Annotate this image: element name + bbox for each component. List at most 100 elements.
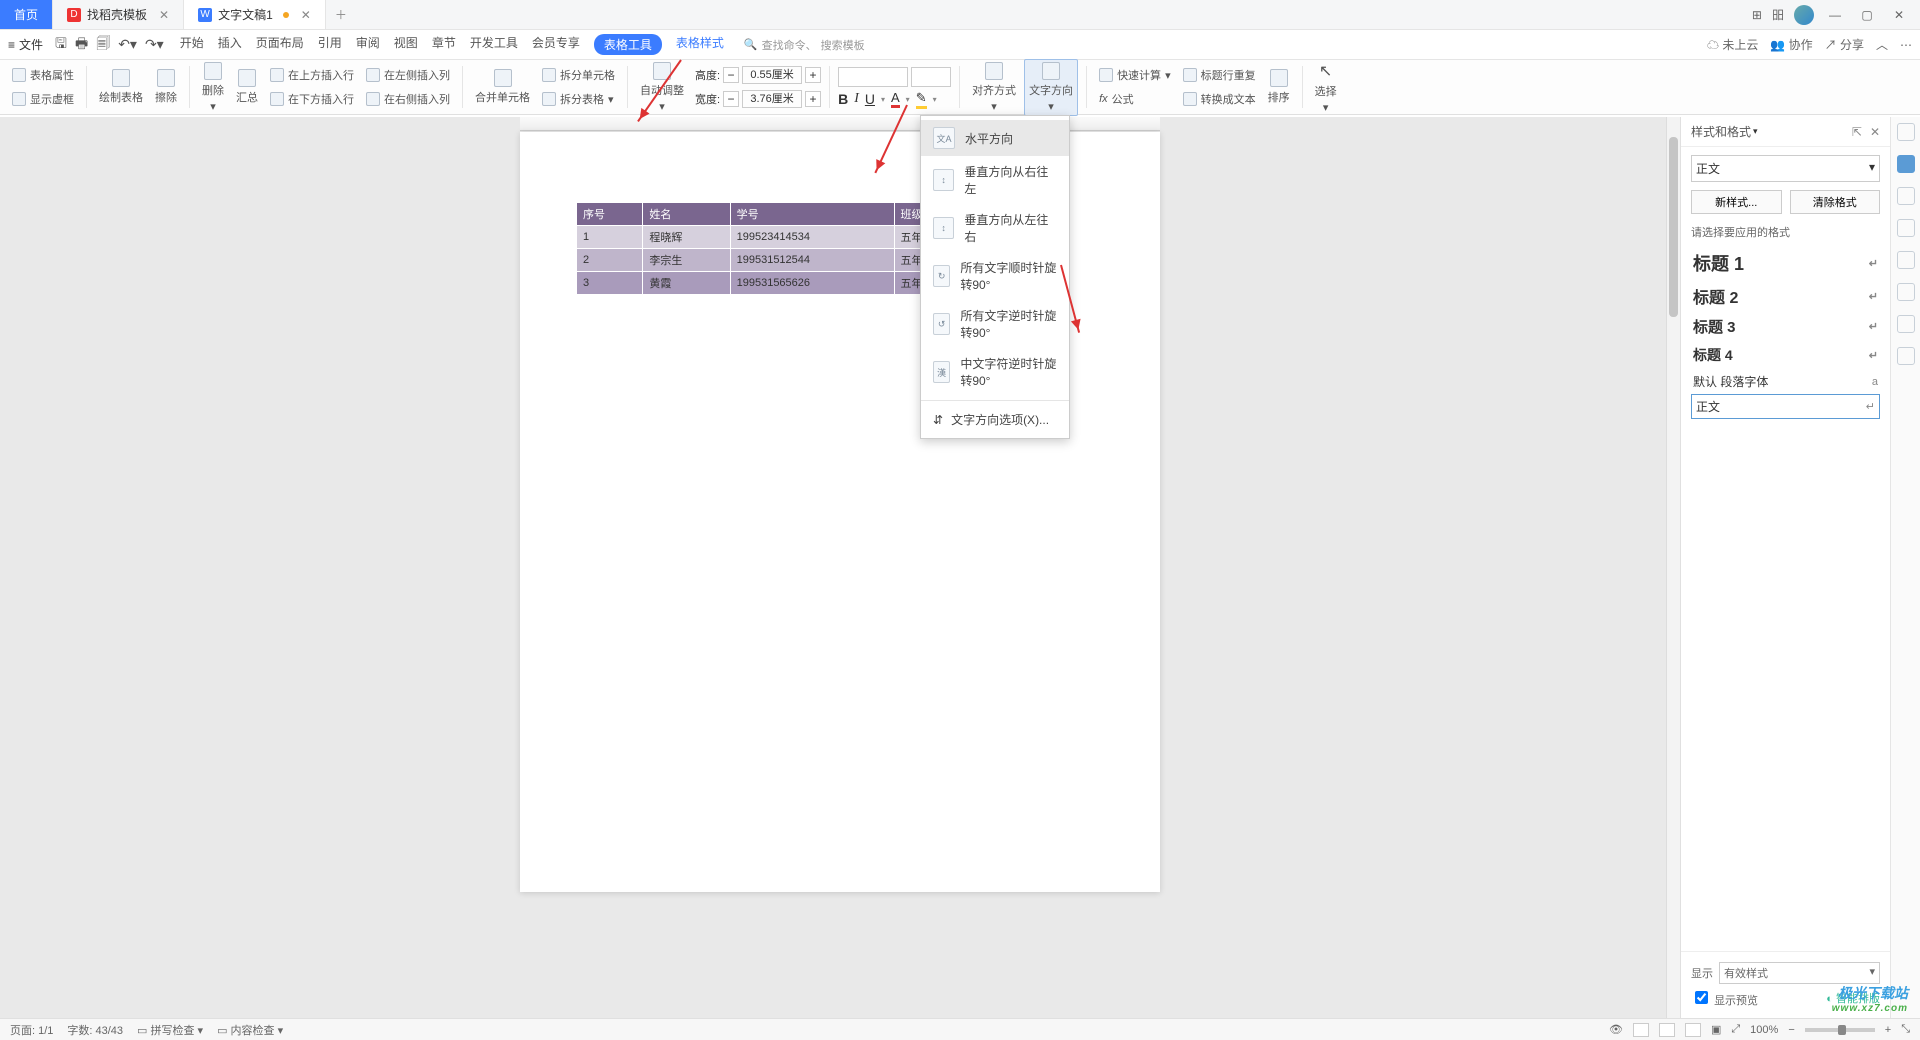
avatar[interactable] (1794, 5, 1814, 25)
menu-section[interactable]: 章节 (432, 34, 456, 55)
eye-icon[interactable]: 👁 (1609, 1023, 1623, 1036)
page-indicator[interactable]: 页面: 1/1 (10, 1022, 53, 1038)
pin-icon[interactable]: ⇱ (1852, 125, 1862, 139)
repeat-header-button[interactable]: 标题行重复 (1179, 64, 1260, 86)
highlight-button[interactable]: ✎ (916, 90, 927, 109)
table-props-button[interactable]: 表格属性 (8, 64, 78, 86)
tool-icon[interactable] (1897, 219, 1915, 237)
current-style-select[interactable]: 正文▾ (1691, 155, 1880, 182)
tool-icon[interactable] (1897, 187, 1915, 205)
coop-button[interactable]: 👥 协作 (1770, 36, 1812, 53)
undo-icon[interactable]: ↶▾ (118, 36, 137, 53)
cloud-status[interactable]: ☁ 未上云 (1707, 36, 1758, 53)
align-button[interactable]: 对齐方式▾ (968, 60, 1020, 115)
menu-start[interactable]: 开始 (180, 34, 204, 55)
dir-cn-ccw[interactable]: 漢中文字符逆时针旋转90° (921, 348, 1069, 396)
ins-above-button[interactable]: 在上方插入行 (266, 64, 358, 86)
dir-options[interactable]: ⇵文字方向选项(X)... (921, 405, 1069, 434)
maximize-button[interactable]: ▢ (1856, 8, 1878, 22)
split-cell-button[interactable]: 拆分单元格 (538, 64, 619, 86)
split-table-button[interactable]: 拆分表格▾ (538, 88, 619, 110)
tab-document[interactable]: W 文字文稿1 ✕ (184, 0, 326, 29)
width-dec-button[interactable]: − (723, 91, 739, 107)
sort-button[interactable]: 排序 (1264, 67, 1294, 107)
ins-right-button[interactable]: 在右侧插入列 (362, 88, 454, 110)
style-heading3[interactable]: 标题 3↵ (1691, 312, 1880, 341)
tab-templates[interactable]: D 找稻壳模板 ✕ (53, 0, 184, 29)
menu-table-style[interactable]: 表格样式 (676, 34, 724, 55)
font-family-select[interactable] (838, 67, 908, 87)
command-search[interactable]: 🔍 查找命令、搜索模板 (744, 37, 865, 53)
dir-vertical-rtl[interactable]: ↕垂直方向从右往左 (921, 156, 1069, 204)
tool-icon[interactable] (1897, 251, 1915, 269)
underline-button[interactable]: U (865, 91, 875, 107)
new-tab-button[interactable]: ＋ (326, 0, 356, 29)
document-area[interactable]: 序号姓名学号班级 1程晓辉199523414534五年级（1）班 2李宗生199… (0, 117, 1680, 1018)
ins-left-button[interactable]: 在左侧插入列 (362, 64, 454, 86)
menu-member[interactable]: 会员专享 (532, 34, 580, 55)
menu-insert[interactable]: 插入 (218, 34, 242, 55)
style-heading2[interactable]: 标题 2↵ (1691, 280, 1880, 312)
main-vscroll[interactable] (1666, 117, 1680, 1018)
menu-table-tools[interactable]: 表格工具 (594, 34, 662, 55)
dir-horizontal[interactable]: 文A水平方向 (921, 120, 1069, 156)
height-dec-button[interactable]: − (723, 67, 739, 83)
word-count[interactable]: 字数: 43/43 (67, 1022, 123, 1038)
preview-icon[interactable]: 🗐 (96, 33, 110, 57)
delete-button[interactable]: 删除▾ (198, 60, 228, 115)
style-body[interactable]: 正文↵ (1691, 394, 1880, 419)
select-button[interactable]: ↖选择▾ (1311, 59, 1341, 116)
clear-format-button[interactable]: 清除格式 (1790, 190, 1881, 214)
tool-icon[interactable] (1897, 123, 1915, 141)
ins-below-button[interactable]: 在下方插入行 (266, 88, 358, 110)
style-heading4[interactable]: 标题 4↵ (1691, 341, 1880, 369)
save-icon[interactable]: 🖫 (55, 33, 67, 57)
print-icon[interactable]: 🖶 (75, 33, 88, 57)
quick-calc-button[interactable]: 快速计算▾ (1095, 64, 1175, 86)
close-icon[interactable]: ✕ (301, 8, 311, 22)
bold-button[interactable]: B (838, 91, 848, 107)
menu-dev[interactable]: 开发工具 (470, 34, 518, 55)
tool-icon[interactable] (1897, 347, 1915, 365)
width-inc-button[interactable]: + (805, 91, 821, 107)
apps-icon[interactable]: 昍 (1772, 6, 1784, 23)
font-size-select[interactable] (911, 67, 951, 87)
tool-icon[interactable] (1897, 315, 1915, 333)
new-style-button[interactable]: 新样式... (1691, 190, 1782, 214)
dir-rotate-ccw[interactable]: ↺所有文字逆时针旋转90° (921, 300, 1069, 348)
height-value[interactable]: 0.55厘米 (742, 66, 802, 84)
fullscreen-icon[interactable]: ⤡ (1901, 1023, 1910, 1036)
fit-icon[interactable]: ⤢ (1731, 1023, 1740, 1036)
reading-mode-icon[interactable]: ▣ (1711, 1023, 1721, 1036)
style-heading1[interactable]: 标题 1↵ (1691, 246, 1880, 280)
sum-button[interactable]: 汇总 (232, 67, 262, 107)
show-preview-checkbox[interactable]: 显示预览 (1691, 988, 1758, 1008)
zoom-slider[interactable] (1805, 1028, 1875, 1032)
show-styles-select[interactable]: 有效样式▾ (1719, 962, 1880, 984)
show-dash-button[interactable]: 显示虚框 (8, 88, 78, 110)
collapse-ribbon-icon[interactable]: ︿ (1876, 36, 1888, 53)
view-print-icon[interactable] (1633, 1023, 1649, 1037)
close-icon[interactable]: ✕ (159, 8, 169, 22)
close-pane-icon[interactable]: ✕ (1870, 125, 1880, 139)
menu-review[interactable]: 审阅 (356, 34, 380, 55)
view-web-icon[interactable] (1685, 1023, 1701, 1037)
grid-icon[interactable]: ⊞ (1752, 8, 1762, 22)
text-direction-button[interactable]: 文字方向▾ (1024, 59, 1078, 116)
style-default-font[interactable]: 默认 段落字体a (1691, 369, 1880, 394)
formula-button[interactable]: fx 公式 (1095, 88, 1175, 110)
redo-icon[interactable]: ↷▾ (145, 36, 164, 53)
menu-layout[interactable]: 页面布局 (256, 34, 304, 55)
erase-button[interactable]: 擦除 (151, 67, 181, 107)
view-outline-icon[interactable] (1659, 1023, 1675, 1037)
to-text-button[interactable]: 转换成文本 (1179, 88, 1260, 110)
close-button[interactable]: ✕ (1888, 8, 1910, 22)
zoom-out-button[interactable]: − (1788, 1024, 1794, 1036)
share-button[interactable]: ↗ 分享 (1825, 36, 1864, 53)
italic-button[interactable]: I (854, 91, 859, 107)
draw-table-button[interactable]: 绘制表格 (95, 67, 147, 107)
width-value[interactable]: 3.76厘米 (742, 90, 802, 108)
styles-tool-icon[interactable] (1897, 155, 1915, 173)
more-icon[interactable]: ⋯ (1900, 38, 1912, 52)
menu-view[interactable]: 视图 (394, 34, 418, 55)
